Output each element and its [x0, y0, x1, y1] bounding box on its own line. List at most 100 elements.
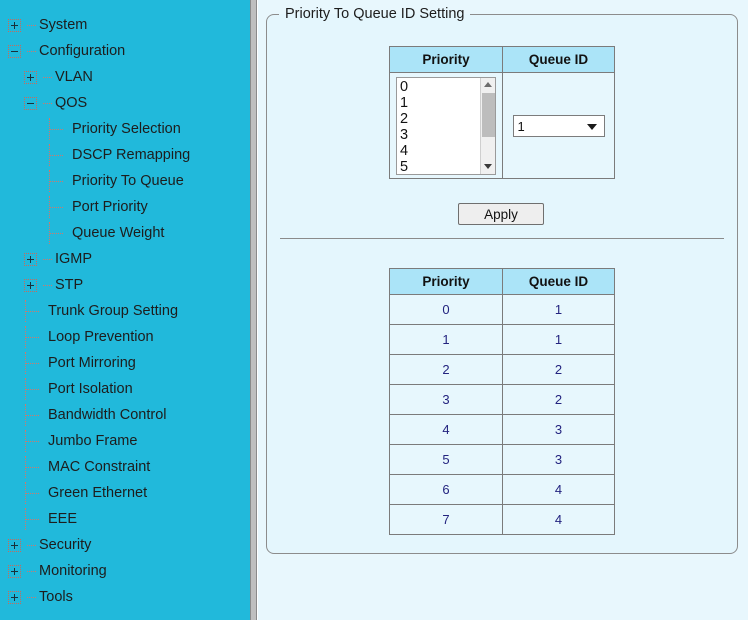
collapse-minus-icon[interactable] [24, 96, 37, 110]
sidebar-item-jumbo-frame[interactable]: Jumbo Frame [0, 428, 250, 454]
table-row: 01 [389, 294, 615, 325]
sidebar-item-dscp-remapping[interactable]: DSCP Remapping [0, 142, 250, 168]
tree-leaf-connector-icon [24, 482, 44, 504]
priority-list-cell: 012345 [389, 72, 503, 179]
priority-to-queue-result-table: Priority Queue ID 0111223243536474 [389, 268, 615, 535]
tree-connector-icon [43, 258, 52, 260]
sidebar-item-bandwidth-control[interactable]: Bandwidth Control [0, 402, 250, 428]
collapse-minus-icon[interactable] [8, 44, 21, 58]
cell-queue-id: 1 [502, 294, 615, 325]
table-row: 64 [389, 474, 615, 505]
tree-connector-icon [27, 570, 36, 572]
section-divider [280, 238, 724, 239]
sidebar-item-priority-selection[interactable]: Priority Selection [0, 116, 250, 142]
tree-leaf-connector-icon [48, 170, 68, 192]
expand-plus-icon[interactable] [8, 18, 21, 32]
sidebar-item-port-priority[interactable]: Port Priority [0, 194, 250, 220]
tree-leaf-connector-icon [48, 144, 68, 166]
tree-leaf-connector-icon [24, 456, 44, 478]
cell-queue-id: 1 [502, 324, 615, 355]
sidebar-item-label: Port Priority [72, 198, 148, 215]
sidebar-item-label: Tools [39, 588, 73, 605]
sidebar-item-qos[interactable]: QOS [0, 90, 250, 116]
sidebar-item-port-isolation[interactable]: Port Isolation [0, 376, 250, 402]
content-background-filler [258, 554, 748, 620]
sidebar-item-label: Bandwidth Control [48, 406, 167, 423]
priority-listbox[interactable]: 012345 [396, 76, 496, 175]
table-row: 74 [389, 504, 615, 535]
table-row: 22 [389, 354, 615, 385]
cell-queue-id: 3 [502, 414, 615, 445]
sidebar-item-vlan[interactable]: VLAN [0, 64, 250, 90]
apply-button[interactable]: Apply [458, 203, 544, 225]
sidebar-item-system[interactable]: System [0, 12, 250, 38]
sidebar-item-label: Port Mirroring [48, 354, 136, 371]
sidebar-item-security[interactable]: Security [0, 532, 250, 558]
result-header-queue-id: Queue ID [502, 268, 615, 295]
sidebar-item-label: Priority To Queue [72, 172, 184, 189]
priority-listbox-scrollbar[interactable] [480, 77, 495, 174]
tree-connector-icon [27, 24, 36, 26]
scrollbar-thumb[interactable] [482, 92, 495, 137]
navigation-sidebar: System Configuration VLAN QOS Priority Selec… [0, 0, 250, 620]
sidebar-item-label: Jumbo Frame [48, 432, 138, 449]
sidebar-item-label: Security [39, 536, 92, 553]
sidebar-item-tools[interactable]: Tools [0, 584, 250, 610]
sidebar-item-label: Port Isolation [48, 380, 133, 397]
cell-priority: 0 [389, 294, 503, 325]
queue-id-select[interactable]: 1 [512, 114, 605, 137]
sidebar-item-priority-to-queue[interactable]: Priority To Queue [0, 168, 250, 194]
sidebar-item-eee[interactable]: EEE [0, 506, 250, 532]
result-table-body: 0111223243536474 [389, 294, 615, 535]
nav-tree: System Configuration VLAN QOS Priority Selec… [0, 0, 250, 610]
sidebar-item-stp[interactable]: STP [0, 272, 250, 298]
table-row: 53 [389, 444, 615, 475]
expand-plus-icon[interactable] [8, 564, 21, 578]
tree-leaf-connector-icon [48, 196, 68, 218]
sidebar-item-loop-prevention[interactable]: Loop Prevention [0, 324, 250, 350]
sidebar-item-configuration[interactable]: Configuration [0, 38, 250, 64]
cell-queue-id: 2 [502, 354, 615, 385]
queue-id-select-cell: 1 [502, 72, 615, 179]
expand-plus-icon[interactable] [8, 538, 21, 552]
scroll-down-arrow-icon[interactable] [481, 159, 495, 174]
tree-leaf-connector-icon [24, 300, 44, 322]
sidebar-item-label: Loop Prevention [48, 328, 154, 345]
tree-connector-icon [43, 76, 52, 78]
expand-plus-icon[interactable] [8, 590, 21, 604]
tree-leaf-connector-icon [24, 326, 44, 348]
tree-leaf-connector-icon [24, 404, 44, 426]
cell-queue-id: 4 [502, 474, 615, 505]
table-row: 43 [389, 414, 615, 445]
sidebar-item-port-mirroring[interactable]: Port Mirroring [0, 350, 250, 376]
priority-to-queue-edit-table: Priority Queue ID 012345 1 [389, 46, 615, 179]
tree-leaf-connector-icon [24, 508, 44, 530]
expand-plus-icon[interactable] [24, 278, 37, 292]
tree-leaf-connector-icon [24, 430, 44, 452]
sidebar-item-green-ethernet[interactable]: Green Ethernet [0, 480, 250, 506]
tree-connector-icon [43, 102, 52, 104]
page-root: System Configuration VLAN QOS Priority Selec… [0, 0, 748, 620]
cell-queue-id: 2 [502, 384, 615, 415]
sidebar-item-igmp[interactable]: IGMP [0, 246, 250, 272]
scroll-up-arrow-icon[interactable] [481, 77, 495, 92]
edit-header-queue-id: Queue ID [502, 46, 615, 73]
expand-plus-icon[interactable] [24, 252, 37, 266]
expand-plus-icon[interactable] [24, 70, 37, 84]
table-row: 11 [389, 324, 615, 355]
sidebar-splitter-handle[interactable] [250, 0, 257, 620]
priority-to-queue-panel: Priority To Queue ID Setting Priority Qu… [266, 6, 738, 554]
sidebar-item-mac-constraint[interactable]: MAC Constraint [0, 454, 250, 480]
edit-header-priority: Priority [389, 46, 503, 73]
sidebar-item-label: QOS [55, 94, 88, 111]
tree-leaf-connector-icon [48, 222, 68, 244]
chevron-down-icon[interactable] [586, 123, 597, 130]
sidebar-item-trunk-group-setting[interactable]: Trunk Group Setting [0, 298, 250, 324]
sidebar-item-monitoring[interactable]: Monitoring [0, 558, 250, 584]
sidebar-item-queue-weight[interactable]: Queue Weight [0, 220, 250, 246]
sidebar-item-label: System [39, 16, 88, 33]
tree-connector-icon [43, 284, 52, 286]
sidebar-item-label: VLAN [55, 68, 93, 85]
sidebar-item-label: Trunk Group Setting [48, 302, 179, 319]
panel-title: Priority To Queue ID Setting [285, 6, 465, 22]
